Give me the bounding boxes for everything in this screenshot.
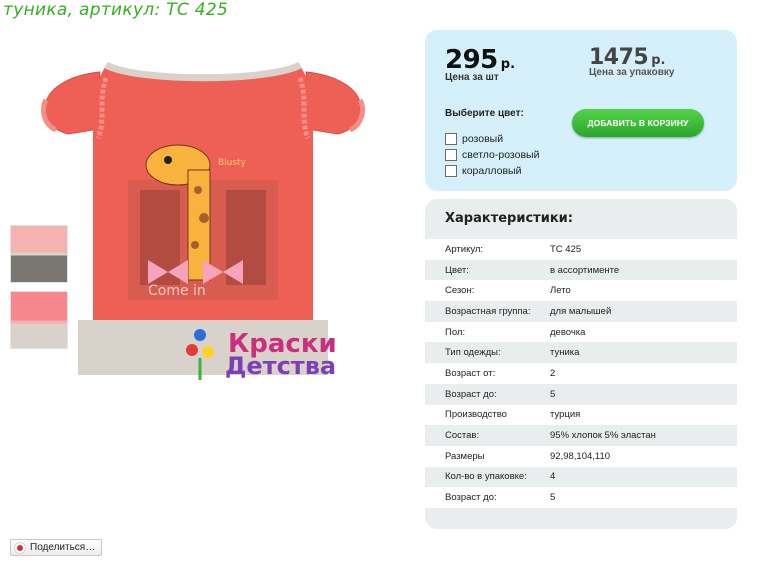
table-row: Размеры 92,98,104,110	[425, 445, 737, 467]
page-title: туника, артикул: ТС 425	[3, 0, 229, 20]
color-select-title: Выберите цвет:	[445, 108, 524, 119]
color-option-light-pink[interactable]: светло-розовый	[445, 147, 539, 163]
unit-price-currency: р.	[500, 57, 516, 72]
thumbnail-pink[interactable]	[10, 291, 68, 349]
share-button[interactable]: Поделиться…	[10, 539, 103, 556]
table-row: Возрастная группа: для малышей	[425, 301, 737, 322]
share-icon	[14, 541, 26, 554]
table-row: Артикул: ТС 425	[425, 239, 737, 260]
table-row: Цвет: в ассортименте	[425, 259, 737, 281]
table-row: Сезон: Лето	[425, 280, 737, 302]
table-row: Состав: 95% хлопок 5% эластан	[425, 425, 737, 446]
table-row: Производство турция	[425, 404, 737, 426]
characteristics-title: Характеристики:	[445, 211, 573, 226]
table-row: Возраст до: 5	[425, 487, 737, 508]
unit-price-value: 295	[445, 45, 498, 75]
add-to-cart-button[interactable]: ДОБАВИТЬ В КОРЗИНУ	[572, 109, 704, 137]
table-row: Возраст до: 5	[425, 383, 737, 405]
share-label: Поделиться…	[30, 542, 96, 553]
checkbox[interactable]	[445, 165, 457, 177]
table-row: Пол: девочка	[425, 321, 737, 343]
price-panel: 295 р. Цена за шт 1475 р. Цена за упаковку…	[425, 30, 737, 191]
table-row: Кол-во в упаковке: 4	[425, 466, 737, 488]
unit-price: 295 р. Цена за шт	[445, 45, 515, 83]
pack-price-caption: Цена за упаковку	[589, 67, 675, 78]
print-caption: Come in	[148, 283, 206, 299]
color-option-coral[interactable]: коралловый	[445, 163, 539, 179]
table-row: Тип одежды: туника	[425, 342, 737, 364]
color-options: розовый светло-розовый коралловый	[445, 131, 539, 179]
checkbox[interactable]	[445, 133, 457, 145]
print-mini-caption: Blusty	[218, 158, 247, 168]
thumbnail-grey[interactable]	[10, 225, 68, 283]
checkbox[interactable]	[445, 149, 457, 161]
svg-text:Детства: Детства	[225, 352, 336, 380]
table-row: Возраст от: 2	[425, 363, 737, 384]
color-option-pink[interactable]: розовый	[445, 131, 539, 147]
characteristics-table: Артикул: ТС 425 Цвет: в ассортименте Сезон…	[425, 239, 737, 508]
pack-price-currency: р.	[651, 53, 666, 68]
characteristics-panel: Характеристики: Артикул: ТС 425 Цвет: в ас…	[425, 199, 737, 529]
brand-logo: Краски Детства	[180, 320, 360, 390]
pack-price: 1475 р. Цена за упаковку	[589, 45, 674, 78]
